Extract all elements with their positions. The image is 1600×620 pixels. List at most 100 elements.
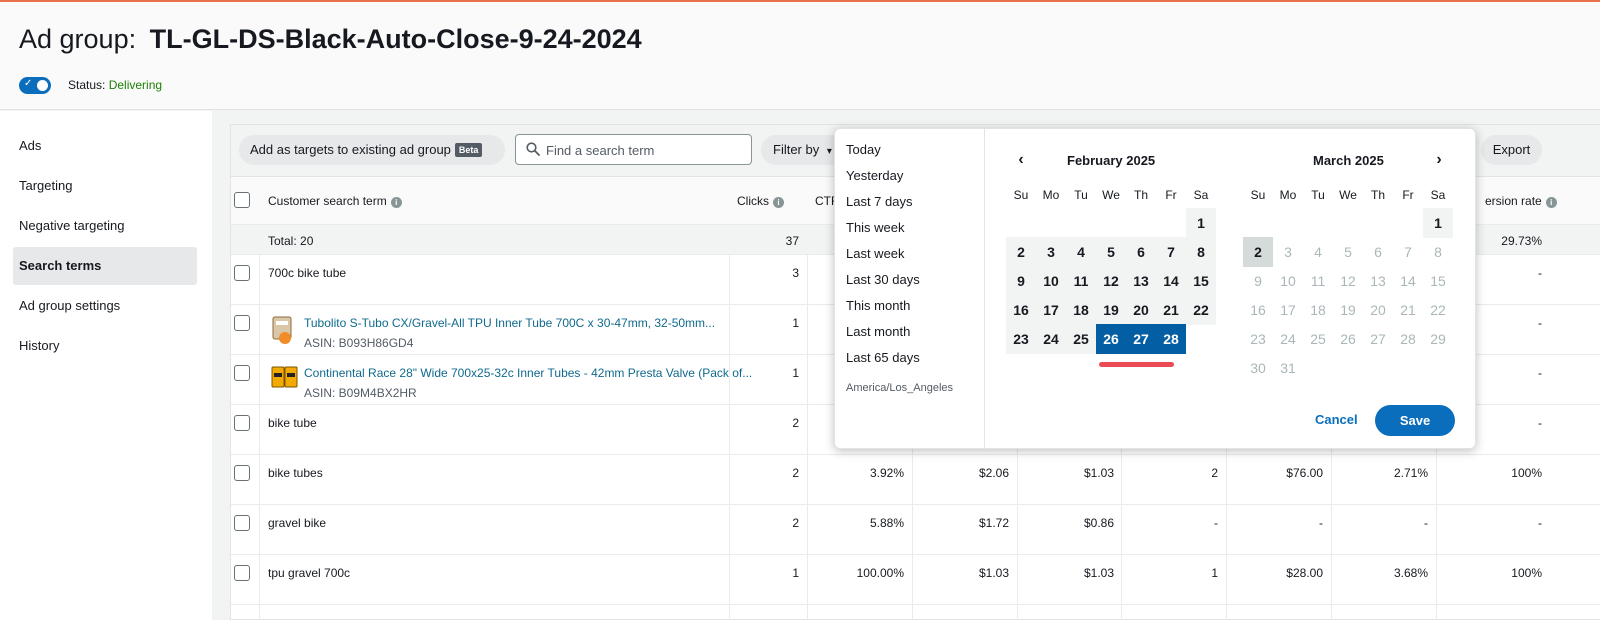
calendar-day: 25 [1310, 331, 1326, 347]
calendar-day[interactable]: 9 [1006, 266, 1036, 296]
product-thumbnail [271, 366, 298, 388]
row-checkbox[interactable] [234, 565, 250, 581]
clicks-cell: 2 [792, 466, 799, 480]
sidebar-item-ads[interactable]: Ads [13, 127, 197, 165]
calendar-day[interactable]: 8 [1186, 237, 1216, 267]
add-as-targets-button[interactable]: Add as targets to existing ad group Beta [239, 135, 505, 165]
calendar-day: 8 [1434, 244, 1442, 260]
clicks-cell: 3 [792, 266, 799, 280]
product-link[interactable]: Tubolito S-Tubo CX/Gravel-All TPU Inner … [304, 316, 715, 330]
calendar-day[interactable]: 2 [1006, 237, 1036, 267]
column-header-search-term[interactable]: Customer search term i [268, 194, 402, 208]
calendar-day: 18 [1310, 302, 1326, 318]
calendar-day[interactable]: 13 [1126, 266, 1156, 296]
preset-today[interactable]: Today [846, 142, 881, 157]
preset-this-month[interactable]: This month [846, 298, 910, 313]
info-icon[interactable]: i [1545, 197, 1557, 208]
calendar-day[interactable]: 27 [1126, 324, 1156, 354]
acos-cell: 2.71% [1393, 466, 1428, 480]
ctr-cell: 3.92% [869, 466, 904, 480]
calendar-day[interactable]: 14 [1156, 266, 1186, 296]
calendar-day: 28 [1400, 331, 1416, 347]
preset-last-week[interactable]: Last week [846, 246, 905, 261]
sales-cell: - [1319, 516, 1323, 530]
column-header-clicks[interactable]: Clicks i [737, 194, 784, 208]
calendar-day[interactable]: 3 [1036, 237, 1066, 267]
calendar-day[interactable]: 6 [1126, 237, 1156, 267]
weekday-label: Sa [1193, 188, 1209, 202]
search-input[interactable] [546, 140, 746, 160]
row-checkbox[interactable] [234, 465, 250, 481]
calendar-day[interactable]: 5 [1096, 237, 1126, 267]
calendar-day[interactable]: 7 [1156, 237, 1186, 267]
clicks-cell: 1 [792, 566, 799, 580]
row-checkbox[interactable] [234, 265, 250, 281]
calendar-day[interactable]: 4 [1066, 237, 1096, 267]
conversion-rate-cell: 100% [1511, 566, 1542, 580]
weekday-label: Mo [1042, 188, 1060, 202]
preset-last-7-days[interactable]: Last 7 days [846, 194, 913, 209]
row-checkbox[interactable] [234, 315, 250, 331]
calendar-day[interactable]: 1 [1423, 208, 1453, 238]
save-button[interactable]: Save [1375, 405, 1455, 436]
weekday-label: Fr [1165, 188, 1177, 202]
calendar-day[interactable]: 22 [1186, 295, 1216, 325]
sidebar-item-ad-group-settings[interactable]: Ad group settings [13, 287, 197, 325]
ad-group-name: TL-GL-DS-Black-Auto-Close-9-24-2024 [149, 24, 642, 54]
calendar-day[interactable]: 19 [1096, 295, 1126, 325]
calendar-day[interactable]: 25 [1066, 324, 1096, 354]
calendar-day[interactable]: 17 [1036, 295, 1066, 325]
chevron-left-icon[interactable]: ‹ [1012, 150, 1030, 170]
sidebar-item-negative-targeting[interactable]: Negative targeting [13, 207, 197, 245]
sidebar-item-history[interactable]: History [13, 327, 197, 365]
total-clicks: 37 [785, 234, 799, 248]
preset-last-month[interactable]: Last month [846, 324, 910, 339]
calendar-day[interactable]: 1 [1186, 208, 1216, 238]
search-term: 700c bike tube [268, 266, 347, 280]
info-icon[interactable]: i [773, 197, 784, 208]
calendar-day[interactable]: 28 [1156, 324, 1186, 354]
preset-last-30-days[interactable]: Last 30 days [846, 272, 920, 287]
search-term-box [515, 134, 752, 165]
calendar-day: 12 [1340, 273, 1356, 289]
calendar-day[interactable]: 2 [1243, 237, 1273, 267]
calendar-day[interactable]: 23 [1006, 324, 1036, 354]
calendar-day[interactable]: 20 [1126, 295, 1156, 325]
delivery-toggle[interactable]: ✓ [19, 77, 51, 94]
row-checkbox[interactable] [234, 365, 250, 381]
page-title: Ad group: TL-GL-DS-Black-Auto-Close-9-24… [19, 24, 642, 55]
calendar-day[interactable]: 21 [1156, 295, 1186, 325]
product-link[interactable]: Continental Race 28" Wide 700x25-32c Inn… [304, 366, 752, 380]
month-title-left: February 2025 [1067, 153, 1156, 168]
calendar-day[interactable]: 12 [1096, 266, 1126, 296]
calendar-day: 23 [1250, 331, 1266, 347]
sidebar-item-targeting[interactable]: Targeting [13, 167, 197, 205]
calendar-day[interactable]: 18 [1066, 295, 1096, 325]
calendar-day: 14 [1400, 273, 1416, 289]
chevron-right-icon[interactable]: › [1430, 150, 1448, 170]
calendar-day[interactable]: 11 [1066, 266, 1096, 296]
info-icon[interactable]: i [390, 197, 402, 208]
calendar-day[interactable]: 10 [1036, 266, 1066, 296]
calendar-day: 10 [1280, 273, 1296, 289]
preset-yesterday[interactable]: Yesterday [846, 168, 903, 183]
table-row: tpu gravel 700c 1 100.00% $1.03 $1.03 1 … [231, 555, 1600, 605]
beta-badge: Beta [454, 143, 483, 157]
calendar-day[interactable]: 16 [1006, 295, 1036, 325]
row-checkbox[interactable] [234, 515, 250, 531]
calendar-day[interactable]: 24 [1036, 324, 1066, 354]
sales-cell: $76.00 [1286, 466, 1323, 480]
select-all-checkbox[interactable] [234, 192, 250, 208]
preset-this-week[interactable]: This week [846, 220, 905, 235]
calendar-day[interactable]: 15 [1186, 266, 1216, 296]
preset-last-65-days[interactable]: Last 65 days [846, 350, 920, 365]
sidebar-item-search-terms[interactable]: Search terms [13, 247, 197, 285]
toggle-knob [37, 80, 48, 91]
column-header-conversion-rate[interactable]: ersion rate i [1485, 194, 1557, 208]
cpc-cell: $1.72 [978, 516, 1009, 530]
calendar-day[interactable]: 26 [1096, 324, 1126, 354]
cancel-button[interactable]: Cancel [1315, 412, 1358, 427]
export-button[interactable]: Export [1481, 135, 1542, 165]
calendar-day: 30 [1250, 360, 1266, 376]
row-checkbox[interactable] [234, 415, 250, 431]
